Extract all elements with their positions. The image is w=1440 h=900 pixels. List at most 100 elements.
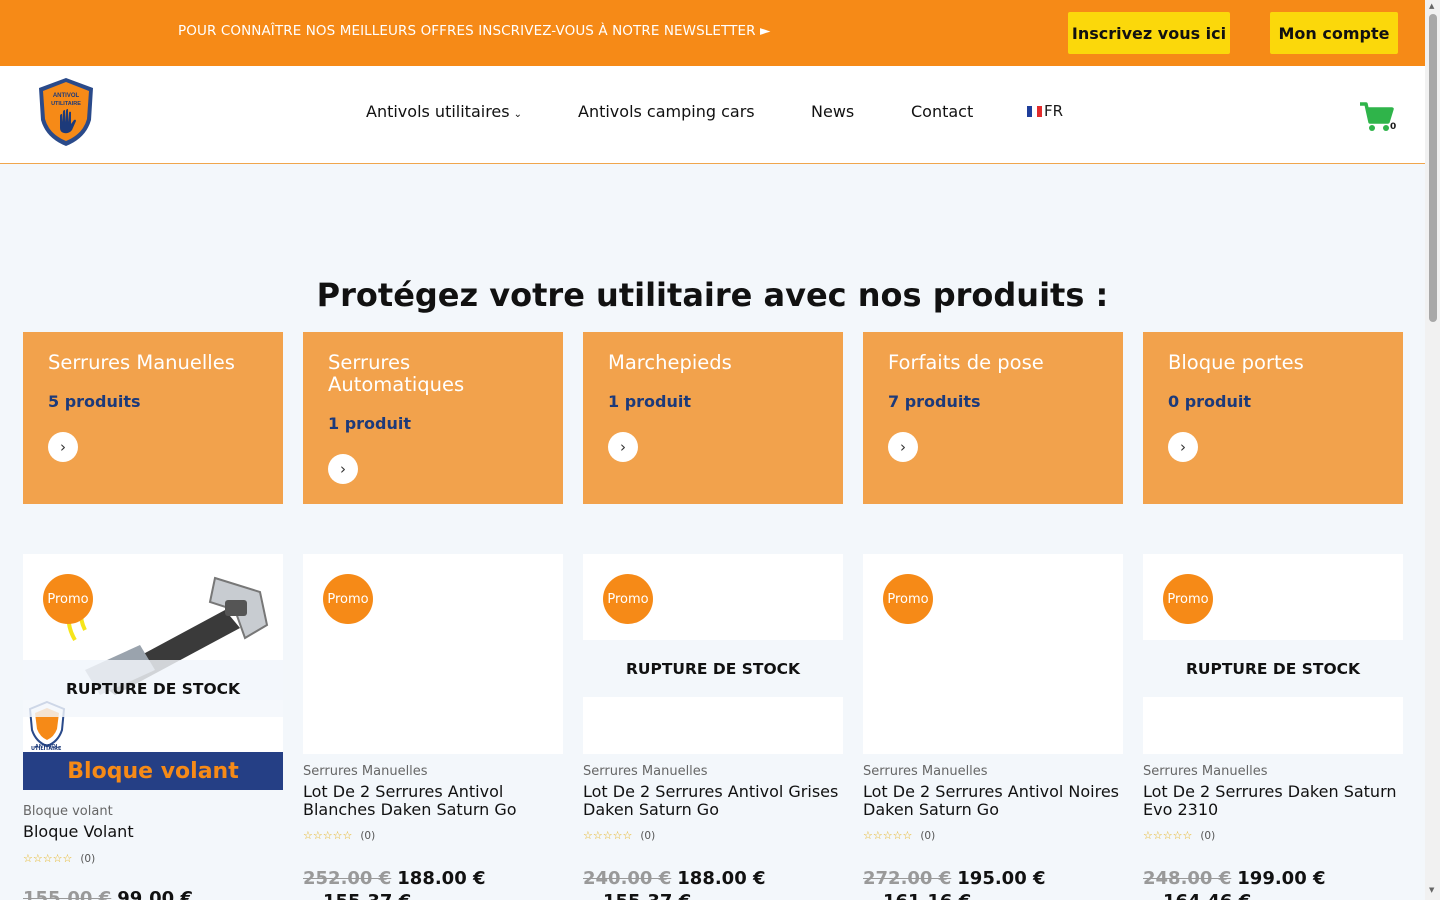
chevron-right-icon: ›	[1180, 438, 1186, 456]
promo-badge: Promo	[1163, 574, 1213, 624]
nav-label: Antivols utilitaires	[366, 102, 510, 121]
chevron-down-icon: ⌄	[513, 109, 522, 120]
category-card-forfaits-de-pose[interactable]: Forfaits de pose 7 produits ›	[863, 332, 1123, 504]
chevron-right-icon: ›	[620, 438, 626, 456]
page-scrollbar[interactable]: ▲ ▼	[1425, 0, 1440, 900]
product-card-saturn-evo[interactable]: Promo RUPTURE DE STOCK Serrures Manuelle…	[1143, 554, 1403, 900]
nav-antivols-utilitaires[interactable]: Antivols utilitaires ⌄	[366, 102, 522, 121]
old-price: 272.00 €	[863, 868, 952, 889]
nav-news[interactable]: News	[811, 102, 854, 121]
product-category[interactable]: Bloque volant	[23, 804, 113, 819]
review-count: (0)	[920, 830, 936, 842]
promo-badge: Promo	[883, 574, 933, 624]
star-icons: ☆☆☆☆☆	[583, 829, 633, 842]
site-header: ANTIVOL UTILITAIRE Antivols utilitaires ⌄…	[0, 66, 1425, 164]
product-card-bloque-volant[interactable]: ANTIVOL UTILITAIRE Bloque volant Promo R…	[23, 554, 283, 900]
star-icons: ☆☆☆☆☆	[303, 829, 353, 842]
product-price: 155.00 € 99.00 €	[23, 888, 193, 900]
review-count: (0)	[1200, 830, 1216, 842]
category-count: 1 produit	[608, 392, 692, 411]
price-excl-tax: 161.16 €	[883, 891, 971, 900]
site-logo[interactable]: ANTIVOL UTILITAIRE	[36, 76, 96, 148]
star-icons: ☆☆☆☆☆	[1143, 829, 1193, 842]
review-count: (0)	[80, 853, 96, 865]
category-card-bloque-portes[interactable]: Bloque portes 0 produit ›	[1143, 332, 1403, 504]
price-excl-tax: 155.37 €	[323, 891, 411, 900]
rating-stars: ☆☆☆☆☆ (0)	[583, 829, 655, 842]
product-card-serrures-blanches[interactable]: Promo Serrures Manuelles Lot De 2 Serrur…	[303, 554, 563, 900]
category-card-serrures-manuelles[interactable]: Serrures Manuelles 5 produits ›	[23, 332, 283, 504]
category-count: 7 produits	[888, 392, 981, 411]
product-category[interactable]: Serrures Manuelles	[303, 764, 428, 779]
language-label: FR	[1044, 102, 1064, 120]
category-arrow-button[interactable]: ›	[48, 432, 78, 462]
product-name[interactable]: Lot De 2 Serrures Daken Saturn Evo 2310	[1143, 783, 1403, 819]
category-name: Bloque portes	[1168, 351, 1304, 374]
product-name[interactable]: Lot De 2 Serrures Antivol Blanches Daken…	[303, 783, 563, 819]
rating-stars: ☆☆☆☆☆ (0)	[863, 829, 935, 842]
account-button[interactable]: Mon compte	[1270, 12, 1398, 54]
product-category[interactable]: Serrures Manuelles	[1143, 764, 1268, 779]
review-count: (0)	[360, 830, 376, 842]
product-category[interactable]: Serrures Manuelles	[583, 764, 708, 779]
category-count: 1 produit	[328, 414, 412, 433]
new-price: 188.00 €	[397, 868, 486, 889]
category-count: 0 produit	[1168, 392, 1252, 411]
category-arrow-button[interactable]: ›	[608, 432, 638, 462]
rating-stars: ☆☆☆☆☆ (0)	[303, 829, 375, 842]
product-price: 240.00 €188.00 €	[583, 868, 766, 889]
chevron-right-icon: ›	[340, 460, 346, 478]
scrollbar-thumb[interactable]	[1429, 14, 1437, 322]
product-name[interactable]: Bloque Volant	[23, 823, 283, 841]
product-category[interactable]: Serrures Manuelles	[863, 764, 988, 779]
new-price: 188.00 €	[677, 868, 766, 889]
new-price: 199.00 €	[1237, 868, 1326, 889]
star-icons: ☆☆☆☆☆	[23, 852, 73, 865]
newsletter-bar: POUR CONNAÎTRE NOS MEILLEURS OFFRES INSC…	[0, 0, 1425, 66]
out-of-stock-label: RUPTURE DE STOCK	[23, 660, 283, 717]
product-card-serrures-noires[interactable]: Promo Serrures Manuelles Lot De 2 Serrur…	[863, 554, 1123, 900]
category-card-serrures-automatiques[interactable]: Serrures Automatiques 1 produit ›	[303, 332, 563, 504]
old-price: 252.00 €	[303, 868, 392, 889]
rating-stars: ☆☆☆☆☆ (0)	[23, 852, 95, 865]
language-switcher[interactable]: FR	[1027, 102, 1063, 120]
logo-line1: ANTIVOL	[53, 93, 80, 99]
chevron-right-icon: ›	[900, 438, 906, 456]
nav-antivols-camping-cars[interactable]: Antivols camping cars	[578, 102, 755, 121]
old-price: 240.00 €	[583, 868, 672, 889]
product-price: 272.00 €195.00 €	[863, 868, 1046, 889]
scroll-up-icon[interactable]: ▲	[1429, 2, 1434, 10]
nav-contact[interactable]: Contact	[911, 102, 973, 121]
new-price: 195.00 €	[957, 868, 1046, 889]
price-excl-tax: 164.46 €	[1163, 891, 1251, 900]
category-name: Serrures Automatiques	[328, 351, 465, 396]
category-arrow-button[interactable]: ›	[328, 454, 358, 484]
promo-badge: Promo	[43, 574, 93, 624]
category-arrow-button[interactable]: ›	[888, 432, 918, 462]
out-of-stock-label: RUPTURE DE STOCK	[1143, 640, 1403, 697]
out-of-stock-label: RUPTURE DE STOCK	[583, 640, 843, 697]
category-name: Forfaits de pose	[888, 351, 1044, 374]
logo-line2: UTILITAIRE	[51, 101, 81, 107]
category-card-marchepieds[interactable]: Marchepieds 1 produit ›	[583, 332, 843, 504]
price-excl-tax: 155.37 €	[603, 891, 691, 900]
rating-stars: ☆☆☆☆☆ (0)	[1143, 829, 1215, 842]
category-arrow-button[interactable]: ›	[1168, 432, 1198, 462]
old-price: 155.00 €	[23, 888, 112, 900]
product-price: 248.00 €199.00 €	[1143, 868, 1326, 889]
promo-badge: Promo	[323, 574, 373, 624]
chevron-right-icon: ›	[60, 438, 66, 456]
category-name: Marchepieds	[608, 351, 732, 374]
product-card-serrures-grises[interactable]: Promo RUPTURE DE STOCK Serrures Manuelle…	[583, 554, 843, 900]
signup-button[interactable]: Inscrivez vous ici	[1068, 12, 1230, 54]
product-name[interactable]: Lot De 2 Serrures Antivol Grises Daken S…	[583, 783, 843, 819]
cart-count: 0	[1390, 122, 1397, 132]
product-price: 252.00 €188.00 €	[303, 868, 486, 889]
scroll-down-icon[interactable]: ▼	[1429, 886, 1434, 894]
category-count: 5 produits	[48, 392, 141, 411]
category-name: Serrures Manuelles	[48, 351, 235, 374]
old-price: 248.00 €	[1143, 868, 1232, 889]
page-heading: Protégez votre utilitaire avec nos produ…	[316, 276, 1109, 314]
new-price: 99.00 €	[117, 888, 193, 900]
product-name[interactable]: Lot De 2 Serrures Antivol Noires Daken S…	[863, 783, 1123, 819]
